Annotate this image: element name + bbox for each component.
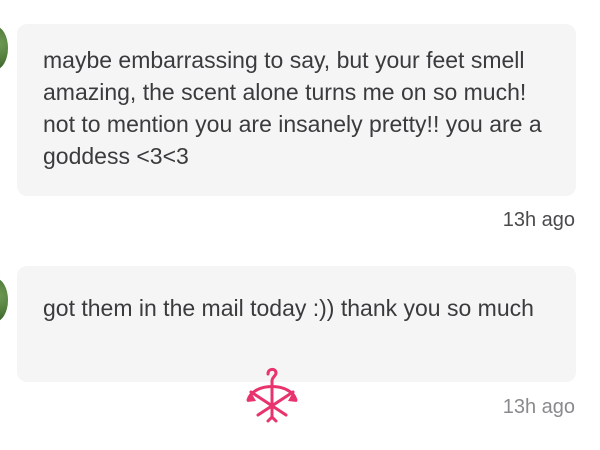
sender-avatar[interactable] xyxy=(0,26,8,70)
message-text: got them in the mail today :)) thank you… xyxy=(43,295,534,321)
message-bubble: maybe embarrassing to say, but your feet… xyxy=(17,24,576,196)
hanger-bow-logo-icon xyxy=(246,367,298,423)
message-text: maybe embarrassing to say, but your feet… xyxy=(43,47,542,169)
message-timestamp: 13h ago xyxy=(502,209,575,231)
message-timestamp: 13h ago xyxy=(502,396,575,418)
sender-avatar[interactable] xyxy=(0,278,8,322)
